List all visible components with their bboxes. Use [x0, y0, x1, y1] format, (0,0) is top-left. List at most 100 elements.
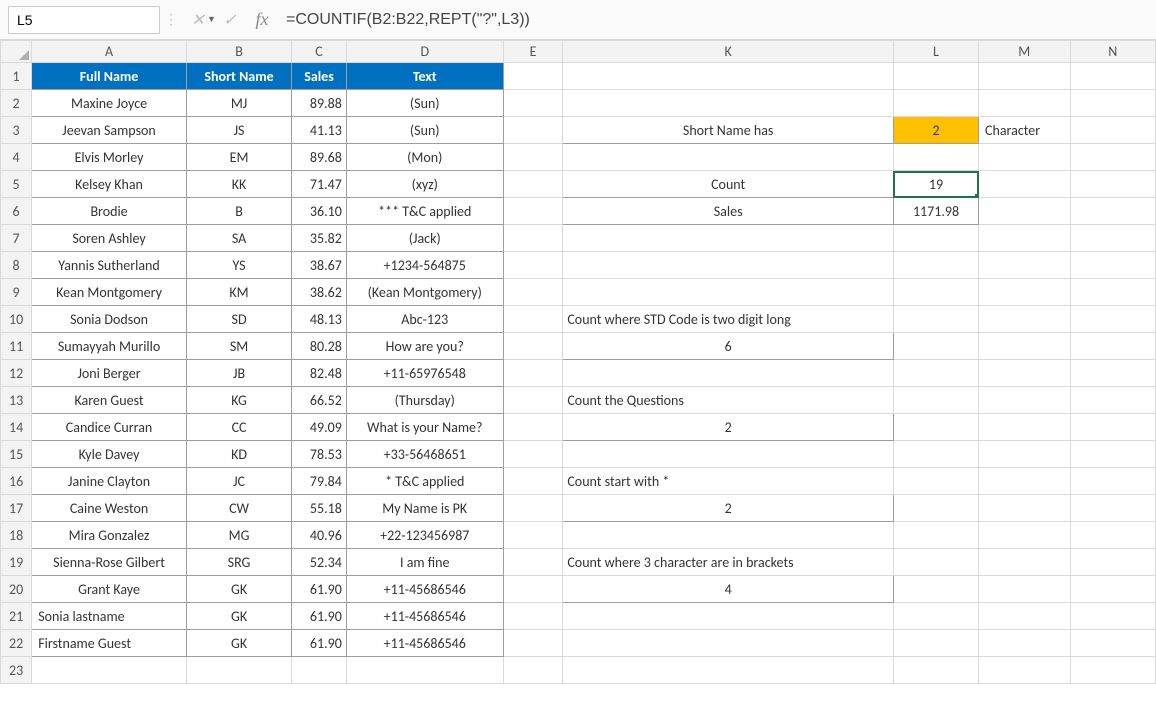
cell-M19[interactable]: [979, 549, 1071, 576]
hdr-sales[interactable]: Sales: [292, 63, 347, 90]
cell-L10[interactable]: [893, 306, 978, 333]
cell-C11[interactable]: 80.28: [292, 333, 347, 360]
cell-B16[interactable]: JC: [186, 468, 291, 495]
cell-L17[interactable]: [893, 495, 978, 522]
cell-A16[interactable]: Janine Clayton: [32, 468, 187, 495]
cell-N14[interactable]: [1070, 414, 1155, 441]
hdr-short-name[interactable]: Short Name: [186, 63, 291, 90]
row-header-22[interactable]: 22: [1, 630, 32, 657]
cell-D14[interactable]: What is your Name?: [346, 414, 503, 441]
cell-C21[interactable]: 61.90: [292, 603, 347, 630]
cell-C18[interactable]: 40.96: [292, 522, 347, 549]
cell-N8[interactable]: [1070, 252, 1155, 279]
cell-L22[interactable]: [893, 630, 978, 657]
row-header-7[interactable]: 7: [1, 225, 32, 252]
cell-L2[interactable]: [893, 90, 978, 117]
cell-D4[interactable]: (Mon): [346, 144, 503, 171]
cell-A15[interactable]: Kyle Davey: [32, 441, 187, 468]
cell-K14[interactable]: 2: [563, 414, 894, 441]
col-header-N[interactable]: N: [1070, 41, 1155, 63]
cell-M21[interactable]: [979, 603, 1071, 630]
cell-E2[interactable]: [503, 90, 563, 117]
cell-C4[interactable]: 89.68: [292, 144, 347, 171]
cell-E7[interactable]: [503, 225, 563, 252]
cell-C12[interactable]: 82.48: [292, 360, 347, 387]
cell-C13[interactable]: 66.52: [292, 387, 347, 414]
cell-C5[interactable]: 71.47: [292, 171, 347, 198]
cell-C15[interactable]: 78.53: [292, 441, 347, 468]
cell-A20[interactable]: Grant Kaye: [32, 576, 187, 603]
cell-E12[interactable]: [503, 360, 563, 387]
cell-B19[interactable]: SRG: [186, 549, 291, 576]
cell-M20[interactable]: [979, 576, 1071, 603]
cell-M16[interactable]: [979, 468, 1071, 495]
cell-D8[interactable]: +1234-564875: [346, 252, 503, 279]
cell-A19[interactable]: Sienna-Rose Gilbert: [32, 549, 187, 576]
select-all-corner[interactable]: [1, 41, 32, 63]
row-header-23[interactable]: 23: [1, 657, 32, 684]
cell-D3[interactable]: (Sun): [346, 117, 503, 144]
cell-A4[interactable]: Elvis Morley: [32, 144, 187, 171]
cell-E11[interactable]: [503, 333, 563, 360]
col-header-B[interactable]: B: [186, 41, 291, 63]
row-header-5[interactable]: 5: [1, 171, 32, 198]
cell-E18[interactable]: [503, 522, 563, 549]
cell-L3[interactable]: 2: [893, 117, 978, 144]
cell-K17[interactable]: 2: [563, 495, 894, 522]
cell-A14[interactable]: Candice Curran: [32, 414, 187, 441]
cell-M6[interactable]: [979, 198, 1071, 225]
cell-A2[interactable]: Maxine Joyce: [32, 90, 187, 117]
cell-D5[interactable]: (xyz): [346, 171, 503, 198]
cell-N15[interactable]: [1070, 441, 1155, 468]
cell-E9[interactable]: [503, 279, 563, 306]
cell-L12[interactable]: [893, 360, 978, 387]
cell-K18[interactable]: [563, 522, 894, 549]
cell-L1[interactable]: [893, 63, 978, 90]
cell-K8[interactable]: [563, 252, 894, 279]
col-header-D[interactable]: D: [346, 41, 503, 63]
cell-D20[interactable]: +11-45686546: [346, 576, 503, 603]
col-header-A[interactable]: A: [32, 41, 187, 63]
cell-D22[interactable]: +11-45686546: [346, 630, 503, 657]
cell-C19[interactable]: 52.34: [292, 549, 347, 576]
row-header-14[interactable]: 14: [1, 414, 32, 441]
cell-D19[interactable]: I am fine: [346, 549, 503, 576]
cell-A10[interactable]: Sonia Dodson: [32, 306, 187, 333]
cell-M5[interactable]: [979, 171, 1071, 198]
cell-B4[interactable]: EM: [186, 144, 291, 171]
row-header-3[interactable]: 3: [1, 117, 32, 144]
col-header-M[interactable]: M: [979, 41, 1071, 63]
cell-M1[interactable]: [979, 63, 1071, 90]
cancel-button[interactable]: ✕: [182, 6, 214, 34]
cell-M22[interactable]: [979, 630, 1071, 657]
cell-A3[interactable]: Jeevan Sampson: [32, 117, 187, 144]
cell-E16[interactable]: [503, 468, 563, 495]
cell-N6[interactable]: [1070, 198, 1155, 225]
cell-C8[interactable]: 38.67: [292, 252, 347, 279]
hdr-full-name[interactable]: Full Name: [32, 63, 187, 90]
cell-N4[interactable]: [1070, 144, 1155, 171]
cell-L19[interactable]: [893, 549, 978, 576]
cell-M17[interactable]: [979, 495, 1071, 522]
cell-E13[interactable]: [503, 387, 563, 414]
cell-E21[interactable]: [503, 603, 563, 630]
cell-L8[interactable]: [893, 252, 978, 279]
cell-A17[interactable]: Caine Weston: [32, 495, 187, 522]
cell-A22[interactable]: Firstname Guest: [32, 630, 187, 657]
formula-input[interactable]: [282, 6, 1148, 34]
cell-D10[interactable]: Abc-123: [346, 306, 503, 333]
cell-B22[interactable]: GK: [186, 630, 291, 657]
col-header-E[interactable]: E: [503, 41, 563, 63]
cell-E8[interactable]: [503, 252, 563, 279]
cell-B17[interactable]: CW: [186, 495, 291, 522]
cell-C9[interactable]: 38.62: [292, 279, 347, 306]
row-header-13[interactable]: 13: [1, 387, 32, 414]
cell-K1[interactable]: [563, 63, 894, 90]
cell-L11[interactable]: [893, 333, 978, 360]
cell-L9[interactable]: [893, 279, 978, 306]
cell-K22[interactable]: [563, 630, 894, 657]
cell-N20[interactable]: [1070, 576, 1155, 603]
cell-A23[interactable]: [32, 657, 187, 684]
cell-D13[interactable]: (Thursday): [346, 387, 503, 414]
cell-N5[interactable]: [1070, 171, 1155, 198]
